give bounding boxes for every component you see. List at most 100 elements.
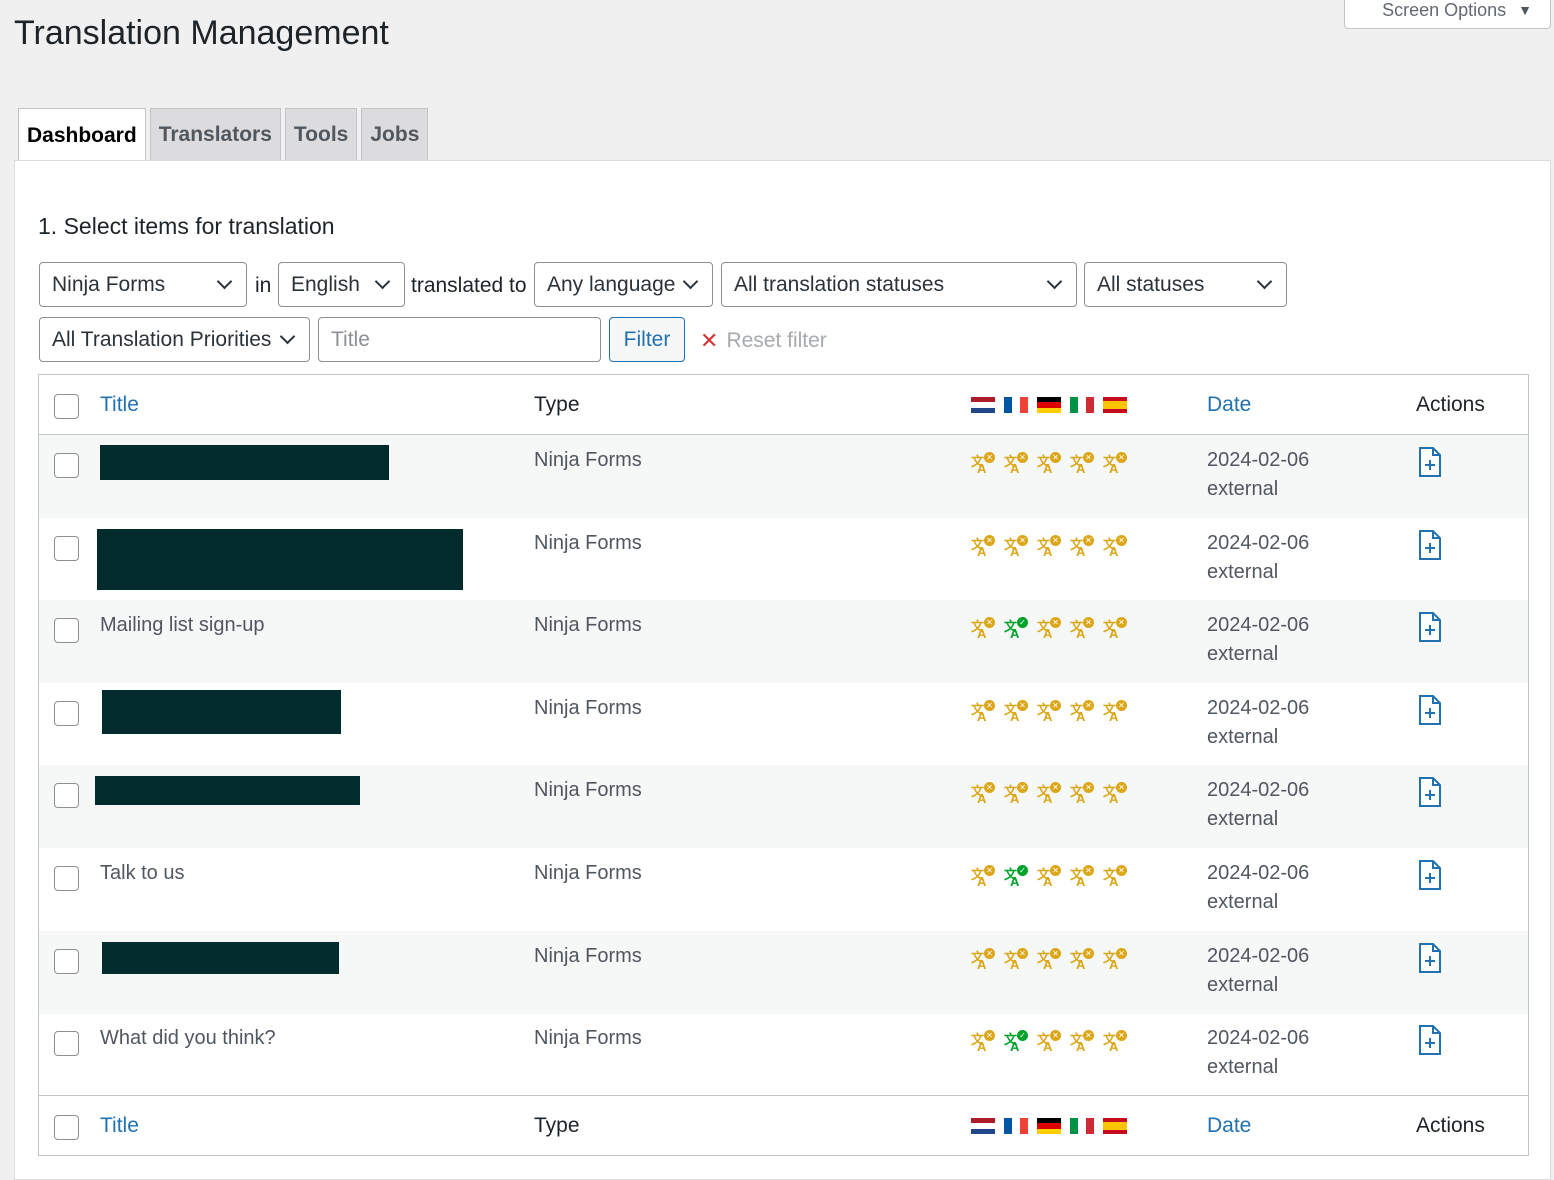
redacted-title [97, 528, 463, 590]
row-checkbox[interactable] [54, 535, 79, 561]
row-checkbox[interactable] [54, 700, 79, 726]
add-translation-spanish-icon[interactable]: 文 A ✕ [1103, 865, 1127, 889]
add-translation-german-icon[interactable]: 文 A ✕ [1037, 947, 1061, 972]
date-column-header[interactable]: Date [1207, 393, 1251, 417]
add-translation-french-icon[interactable]: 文 A ✕ [1004, 947, 1028, 972]
add-translation-dutch-icon[interactable]: 文 A ✕ [971, 534, 995, 559]
add-to-basket-icon[interactable] [1418, 612, 1442, 643]
add-translation-german-icon[interactable]: 文 A ✕ [1037, 452, 1061, 476]
add-translation-spanish-icon[interactable]: 文 A ✕ [1103, 617, 1127, 641]
add-translation-italian-icon[interactable]: 文 A ✕ [1070, 699, 1094, 724]
add-to-basket-icon[interactable] [1418, 694, 1442, 725]
add-translation-dutch-icon[interactable]: 文 A ✕ [971, 865, 995, 889]
add-translation-dutch-icon[interactable]: 文 A ✕ [971, 1030, 995, 1054]
type-select[interactable]: Ninja Forms [39, 262, 247, 307]
add-translation-spanish-icon[interactable]: 文 A ✕ [1103, 782, 1127, 806]
add-translation-german-icon[interactable]: 文 A ✕ [1037, 865, 1061, 889]
tab-translators[interactable]: Translators [149, 108, 281, 161]
table-row: Ninja Forms 文 A ✕ 文 A ✕ 文 A ✕ 文 A ✕ 文 A ✕ 2024-02-06 exte… [39, 435, 1528, 518]
tab-jobs[interactable]: Jobs [361, 108, 429, 161]
item-title: Talk to us [100, 862, 185, 884]
add-translation-german-icon[interactable]: 文 A ✕ [1037, 1030, 1061, 1054]
add-translation-italian-icon[interactable]: 文 A ✕ [1070, 865, 1094, 889]
screen-options-button[interactable]: Screen Options ▼ [1344, 0, 1551, 29]
add-translation-french-icon[interactable]: 文 A ✕ [1004, 452, 1028, 476]
source-language-select[interactable]: English [278, 262, 405, 307]
add-to-basket-icon[interactable] [1418, 777, 1442, 808]
row-checkbox[interactable] [54, 618, 79, 644]
close-icon: ✕ [700, 328, 719, 353]
translation-status-icons: 文 A ✕ 文 A ✕ 文 A ✕ 文 A ✕ 文 A ✕ [971, 452, 1127, 476]
title-column-header[interactable]: Title [100, 393, 139, 417]
row-checkbox[interactable] [54, 866, 79, 891]
add-translation-spanish-icon[interactable]: 文 A ✕ [1103, 534, 1127, 559]
add-translation-spanish-icon[interactable]: 文 A ✕ [1103, 452, 1127, 476]
chevron-down-icon [279, 328, 296, 345]
title-column-header[interactable]: Title [100, 1114, 139, 1138]
add-translation-spanish-icon[interactable]: 文 A ✕ [1103, 947, 1127, 972]
row-checkbox[interactable] [54, 783, 79, 809]
priority-select[interactable]: All Translation Priorities [39, 317, 310, 362]
add-translation-french-icon[interactable]: 文 A ✕ [1004, 699, 1028, 724]
netherlands-flag-icon [971, 397, 995, 413]
select-all-checkbox[interactable] [54, 1115, 79, 1140]
item-type: Ninja Forms [534, 614, 642, 637]
target-language-select[interactable]: Any language [534, 262, 713, 307]
select-all-checkbox[interactable] [54, 394, 79, 419]
tab-tools[interactable]: Tools [284, 108, 358, 161]
add-translation-german-icon[interactable]: 文 A ✕ [1037, 782, 1061, 806]
add-to-basket-icon[interactable] [1418, 942, 1442, 973]
add-translation-french-icon[interactable]: 文 A ✕ [1004, 534, 1028, 559]
page-title: Translation Management [14, 14, 389, 52]
add-to-basket-icon[interactable] [1418, 860, 1442, 890]
add-translation-italian-icon[interactable]: 文 A ✕ [1070, 782, 1094, 806]
translation-status-select[interactable]: All translation statuses [721, 262, 1077, 307]
status-select[interactable]: All statuses [1084, 262, 1287, 307]
actions-column-header: Actions [1416, 393, 1485, 416]
source-value: external [1207, 725, 1279, 748]
add-translation-italian-icon[interactable]: 文 A ✕ [1070, 534, 1094, 559]
table-row: Ninja Forms 文 A ✕ 文 A ✕ 文 A ✕ 文 A ✕ 文 A ✕ 2024-02-06 exte… [39, 765, 1528, 849]
reset-filter-link[interactable]: ✕ Reset filter [700, 328, 827, 354]
add-translation-dutch-icon[interactable]: 文 A ✕ [971, 617, 995, 641]
redacted-title [102, 689, 341, 734]
add-to-basket-icon[interactable] [1418, 447, 1442, 477]
add-to-basket-icon[interactable] [1418, 1025, 1442, 1056]
add-translation-dutch-icon[interactable]: 文 A ✕ [971, 452, 995, 476]
title-search-input[interactable]: Title [318, 317, 601, 362]
row-checkbox[interactable] [54, 948, 79, 974]
dashboard-panel: 1. Select items for translation Ninja Fo… [14, 160, 1551, 1180]
add-translation-italian-icon[interactable]: 文 A ✕ [1070, 452, 1094, 476]
add-translation-german-icon[interactable]: 文 A ✕ [1037, 617, 1061, 641]
table-row: Ninja Forms 文 A ✕ 文 A ✕ 文 A ✕ 文 A ✕ 文 A ✕ 2024-02-06 exte… [39, 930, 1528, 1014]
add-to-basket-icon[interactable] [1418, 529, 1442, 560]
row-checkbox[interactable] [54, 1031, 79, 1057]
type-select-value: Ninja Forms [52, 272, 166, 296]
add-translation-italian-icon[interactable]: 文 A ✕ [1070, 617, 1094, 641]
add-translation-italian-icon[interactable]: 文 A ✕ [1070, 947, 1094, 972]
translated-french-icon[interactable]: 文 A ✓ [1004, 865, 1028, 889]
add-translation-spanish-icon[interactable]: 文 A ✕ [1103, 1030, 1127, 1054]
translated-french-icon[interactable]: 文 A ✓ [1004, 1030, 1028, 1054]
add-translation-italian-icon[interactable]: 文 A ✕ [1070, 1030, 1094, 1054]
tab-dashboard[interactable]: Dashboard [18, 108, 146, 162]
title-search-placeholder: Title [331, 327, 370, 351]
translated-french-icon[interactable]: 文 A ✓ [1004, 617, 1028, 641]
add-translation-german-icon[interactable]: 文 A ✕ [1037, 534, 1061, 559]
spain-flag-icon [1103, 1118, 1127, 1134]
row-checkbox[interactable] [54, 453, 79, 478]
filter-button[interactable]: Filter [609, 317, 685, 362]
add-translation-dutch-icon[interactable]: 文 A ✕ [971, 947, 995, 972]
tab-bar: Dashboard Translators Tools Jobs [18, 108, 429, 162]
in-label: in [255, 274, 272, 297]
translation-status-icons: 文 A ✕ 文 A ✕ 文 A ✕ 文 A ✕ 文 A ✕ [971, 782, 1127, 806]
item-date: 2024-02-06 external [1207, 776, 1309, 834]
language-flags [971, 1118, 1127, 1134]
source-value: external [1207, 891, 1279, 913]
add-translation-dutch-icon[interactable]: 文 A ✕ [971, 699, 995, 724]
add-translation-french-icon[interactable]: 文 A ✕ [1004, 782, 1028, 806]
date-column-header[interactable]: Date [1207, 1114, 1251, 1138]
add-translation-dutch-icon[interactable]: 文 A ✕ [971, 782, 995, 806]
add-translation-german-icon[interactable]: 文 A ✕ [1037, 699, 1061, 724]
add-translation-spanish-icon[interactable]: 文 A ✕ [1103, 699, 1127, 724]
